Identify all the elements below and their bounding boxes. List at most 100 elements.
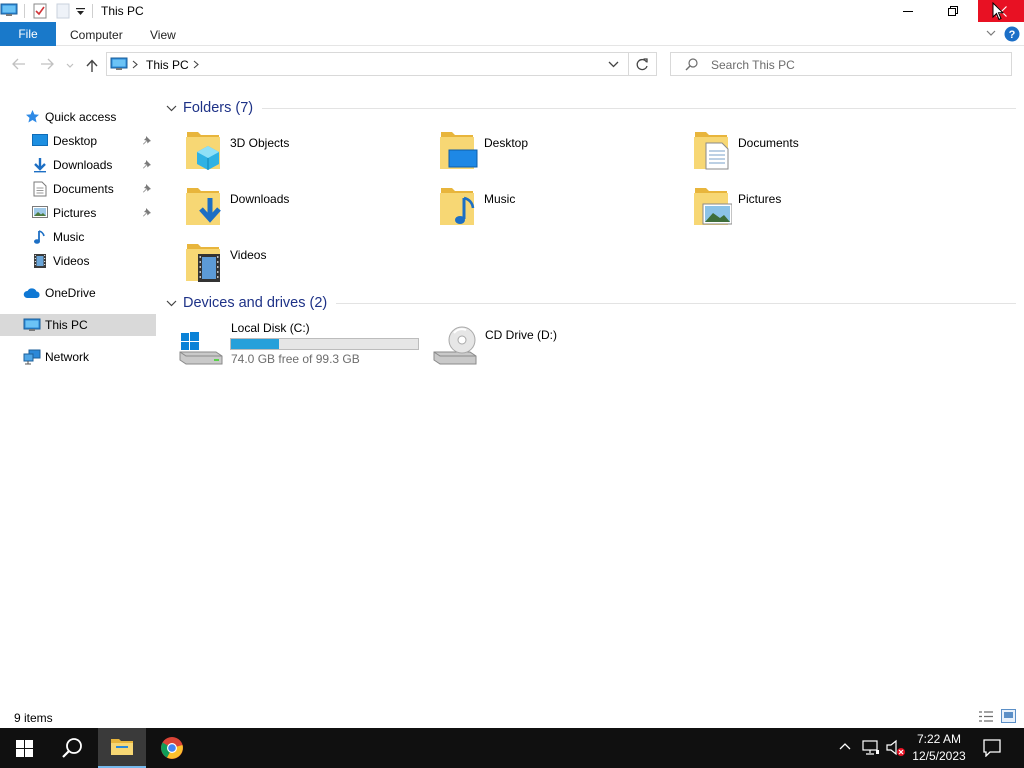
expand-ribbon-chevron-icon[interactable] (986, 29, 996, 37)
nav-pictures[interactable]: Pictures (0, 202, 156, 224)
drive-tile-local-disk-c[interactable]: Local Disk (C:) 74.0 GB free of 99.3 GB (178, 320, 422, 370)
group-divider (262, 108, 1016, 109)
windows-logo-icon (15, 739, 33, 757)
pin-icon[interactable] (142, 135, 152, 145)
tab-view[interactable]: View (150, 28, 176, 42)
details-view-icon[interactable] (978, 710, 994, 723)
folder-tile-desktop[interactable]: Desktop (438, 128, 678, 178)
breadcrumb-this-pc[interactable]: This PC (146, 58, 189, 72)
network-tray-icon[interactable] (862, 740, 880, 756)
minimize-button[interactable] (886, 0, 930, 22)
folder-tile-documents[interactable]: Documents (692, 128, 932, 178)
nav-onedrive[interactable]: OneDrive (0, 282, 156, 304)
content-pane: Folders (7) 3D Objects Desktop Documents… (160, 96, 1024, 704)
customize-qat-chevron-icon[interactable] (76, 8, 85, 16)
recent-locations-chevron-icon[interactable] (66, 63, 74, 68)
downloads-icon (32, 157, 48, 173)
taskbar-file-explorer[interactable] (98, 728, 146, 768)
restore-button[interactable] (931, 0, 975, 22)
clock[interactable]: 7:22 AM 12/5/2023 (905, 731, 973, 765)
refresh-icon (636, 58, 649, 71)
file-tab[interactable]: File (0, 22, 56, 46)
nav-label: Music (53, 230, 85, 244)
folder-tile-3d-objects[interactable]: 3D Objects (184, 128, 424, 178)
properties-icon[interactable] (33, 3, 47, 19)
nav-label: Videos (53, 254, 90, 268)
refresh-button[interactable] (629, 52, 657, 76)
volume-muted-icon[interactable] (886, 739, 906, 757)
drive-usage-bar (230, 338, 419, 350)
collapse-chevron-icon[interactable] (166, 105, 177, 112)
show-hidden-icons-chevron-icon[interactable] (839, 742, 851, 750)
address-history-chevron-icon[interactable] (608, 61, 619, 68)
file-explorer-icon (111, 739, 133, 755)
new-folder-icon[interactable] (56, 3, 70, 19)
breadcrumb-separator-icon[interactable] (132, 60, 138, 69)
music-folder-icon (438, 184, 478, 228)
folder-tile-videos[interactable]: Videos (184, 240, 424, 290)
address-bar[interactable]: This PC (106, 52, 629, 76)
folder-tile-music[interactable]: Music (438, 184, 678, 234)
this-pc-window-icon[interactable] (0, 3, 18, 17)
pin-icon[interactable] (142, 159, 152, 169)
nav-network[interactable]: Network (0, 346, 156, 368)
nav-label: Network (45, 350, 90, 364)
folder-tile-downloads[interactable]: Downloads (184, 184, 424, 234)
search-input[interactable]: Search This PC (670, 52, 1012, 76)
local-disk-icon (178, 326, 224, 366)
taskbar-search-icon (62, 738, 82, 758)
tab-computer[interactable]: Computer (70, 28, 123, 42)
folder-label: Videos (230, 248, 267, 262)
desktop-folder-icon (438, 128, 478, 172)
back-arrow-icon[interactable] (12, 58, 26, 70)
folder-label: Desktop (484, 136, 529, 150)
nav-label: Quick access (45, 110, 117, 124)
collapse-chevron-icon[interactable] (166, 300, 177, 307)
cd-drive-icon (432, 324, 478, 366)
folder-label: 3D Objects (230, 136, 290, 150)
nav-label: OneDrive (45, 286, 96, 300)
title-divider (92, 4, 93, 18)
ribbon: File Computer View ? (0, 22, 1024, 46)
desktop-icon (32, 133, 48, 148)
status-bar: 9 items (0, 706, 1024, 728)
mouse-cursor-icon (992, 2, 1004, 21)
nav-quick-access[interactable]: Quick access (0, 106, 156, 128)
pin-icon[interactable] (142, 207, 152, 217)
large-icons-view-icon[interactable] (1001, 709, 1016, 723)
item-count: 9 items (14, 711, 53, 725)
this-pc-icon (110, 57, 128, 71)
drive-tile-cd-drive-d[interactable]: CD Drive (D:) (432, 320, 672, 370)
nav-music[interactable]: Music (0, 226, 156, 248)
chrome-icon (161, 737, 183, 759)
nav-desktop[interactable]: Desktop (0, 130, 156, 152)
forward-arrow-icon[interactable] (40, 58, 54, 70)
drive-usage-fill (231, 339, 279, 349)
nav-label: Documents (53, 182, 114, 196)
drives-group-header[interactable]: Devices and drives (2) (166, 295, 327, 311)
nav-label: Pictures (53, 206, 97, 220)
music-icon (33, 229, 47, 245)
folders-group-header[interactable]: Folders (7) (166, 100, 253, 116)
folder-label: Music (484, 192, 516, 206)
taskbar-chrome[interactable] (148, 728, 196, 768)
folder-label: Downloads (230, 192, 290, 206)
up-arrow-icon[interactable] (86, 59, 98, 73)
nav-documents[interactable]: Documents (0, 178, 156, 200)
start-button[interactable] (0, 728, 48, 768)
nav-this-pc[interactable]: This PC (0, 314, 156, 336)
title-bar: This PC (0, 0, 1024, 22)
search-button[interactable] (48, 728, 96, 768)
nav-downloads[interactable]: Downloads (0, 154, 156, 176)
search-icon (685, 58, 698, 71)
help-icon[interactable]: ? (1004, 26, 1020, 42)
action-center-icon[interactable] (983, 739, 1001, 757)
network-icon (23, 349, 41, 365)
nav-label: This PC (45, 318, 88, 332)
nav-videos[interactable]: Videos (0, 250, 156, 272)
folder-tile-pictures[interactable]: Pictures (692, 184, 932, 234)
breadcrumb-chevron-icon[interactable] (193, 60, 199, 69)
drive-label: CD Drive (D:) (485, 328, 557, 342)
folder-label: Documents (738, 136, 799, 150)
pin-icon[interactable] (142, 183, 152, 193)
